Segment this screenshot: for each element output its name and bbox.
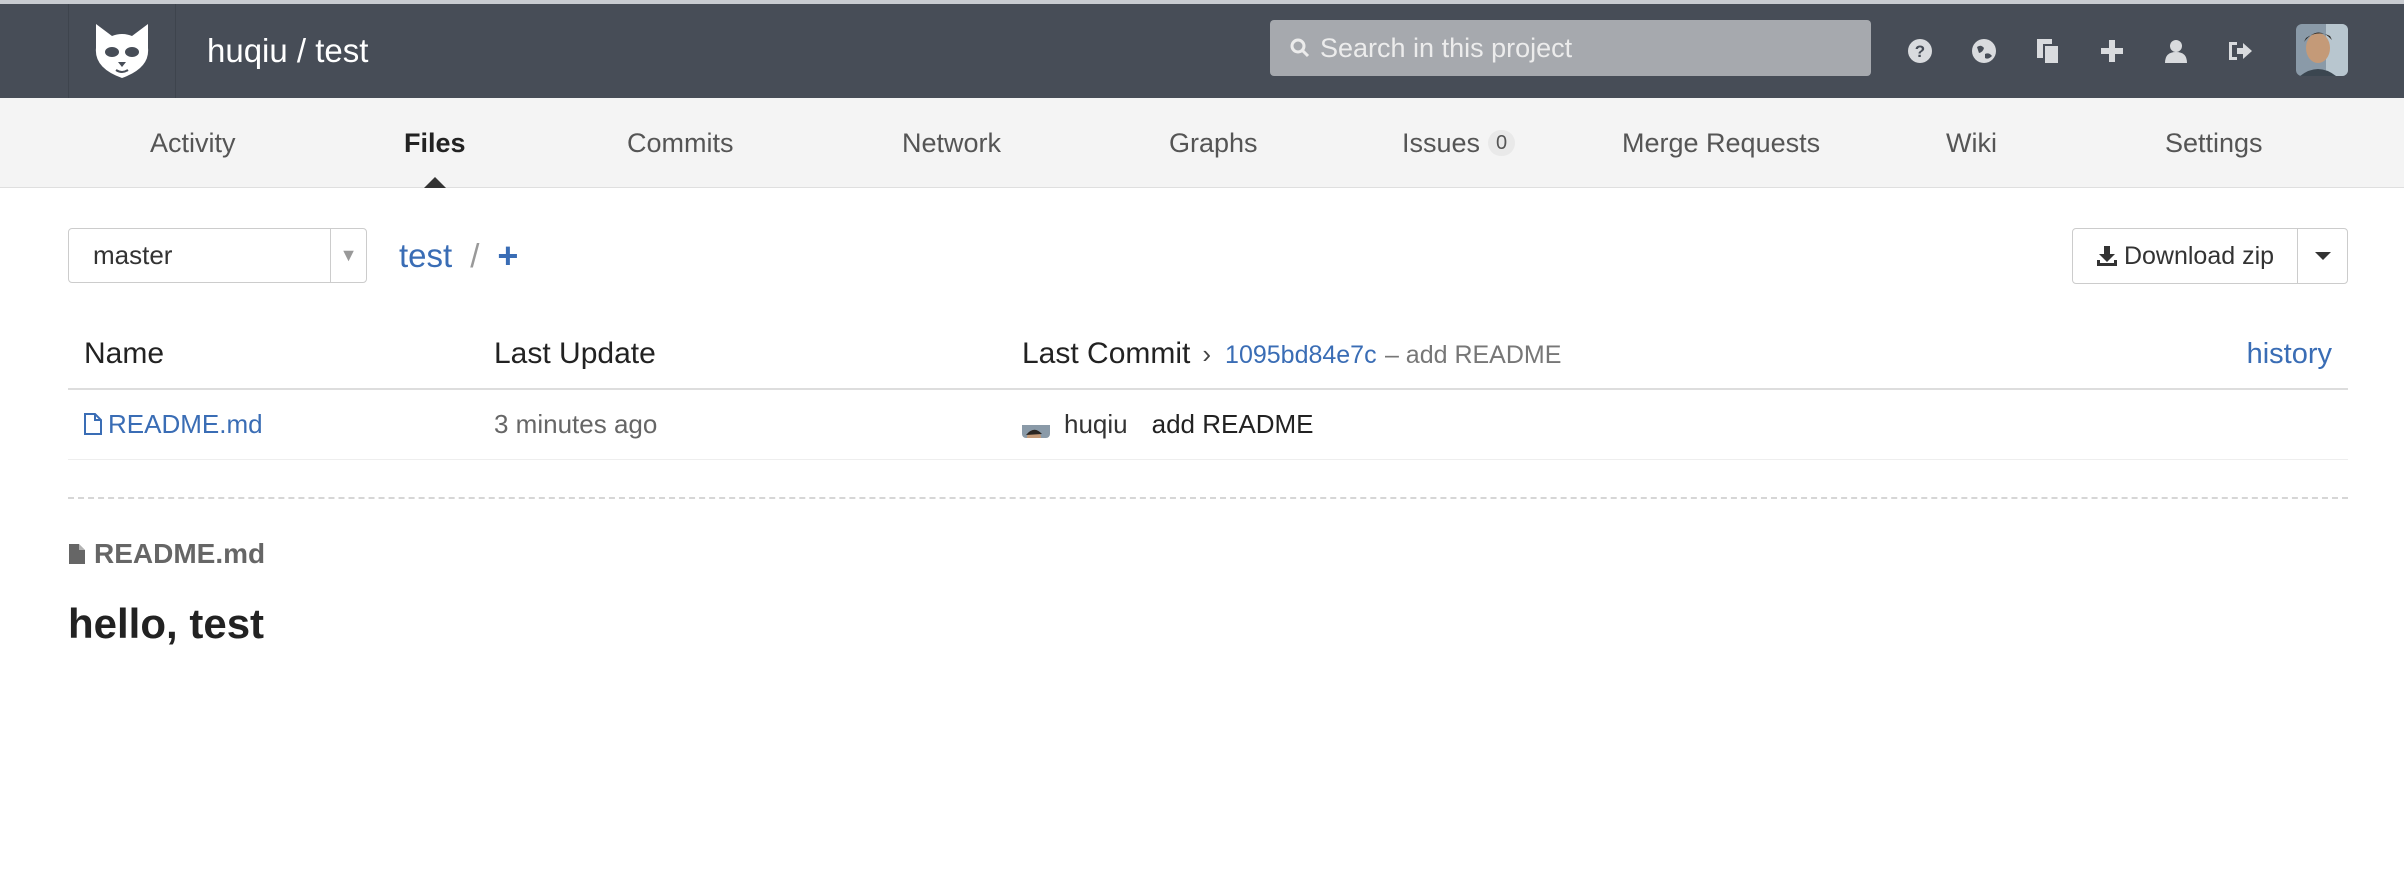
tab-activity[interactable]: Activity xyxy=(150,98,236,188)
issues-count-badge: 0 xyxy=(1488,129,1516,156)
download-zip-button[interactable]: Download zip xyxy=(2073,229,2298,283)
file-name: README.md xyxy=(108,409,263,439)
history-link[interactable]: history xyxy=(2247,324,2332,388)
table-row: README.md 3 minutes ago huqiu add README xyxy=(68,390,2348,460)
new-project-icon[interactable] xyxy=(2080,4,2144,98)
commit-sha-link[interactable]: 1095bd84e7c xyxy=(1225,341,1377,369)
readme-filename: README.md xyxy=(94,538,266,569)
tab-files-label: Files xyxy=(404,128,466,158)
file-text-icon xyxy=(68,543,86,565)
breadcrumb: test / + xyxy=(399,228,518,283)
sign-out-icon[interactable] xyxy=(2208,4,2272,98)
explore-icon[interactable] xyxy=(1952,4,2016,98)
download-icon xyxy=(2096,245,2118,267)
download-zip-label: Download zip xyxy=(2123,241,2275,270)
tree-table-header: Name Last Update Last Commit › 1095bd84e7c… xyxy=(68,324,2348,390)
file-last-commit: huqiu add README xyxy=(1022,390,1313,458)
help-icon[interactable]: ? xyxy=(1888,4,1952,98)
file-icon xyxy=(84,413,102,435)
branch-value: master xyxy=(93,240,173,270)
project-title[interactable]: huqiu / test xyxy=(207,4,368,98)
snippets-icon[interactable] xyxy=(2016,4,2080,98)
search-icon xyxy=(1290,38,1310,58)
tab-network[interactable]: Network xyxy=(902,98,1001,188)
breadcrumb-root-link[interactable]: test xyxy=(399,237,452,275)
last-commit-label: Last Commit xyxy=(1022,337,1191,370)
author-avatar[interactable] xyxy=(1022,410,1050,438)
readme-heading: hello, test xyxy=(68,600,265,647)
top-header: huqiu / test Search in this project ? xyxy=(0,0,2404,98)
branch-dropdown-arrow-icon[interactable]: ▼ xyxy=(330,229,366,282)
tab-files[interactable]: Files xyxy=(404,98,466,188)
commit-author[interactable]: huqiu xyxy=(1064,390,1128,458)
last-commit-message: – add README xyxy=(1384,341,1562,369)
download-button-group: Download zip xyxy=(2072,228,2348,284)
header-icons: ? xyxy=(1888,4,2272,98)
chevron-right-icon: › xyxy=(1202,339,1212,369)
tab-graphs[interactable]: Graphs xyxy=(1169,98,1258,188)
active-tab-caret xyxy=(423,177,446,188)
chevron-down-icon xyxy=(2314,252,2331,260)
project-nav: Activity Files Commits Network Graphs Is… xyxy=(0,98,2404,188)
commit-message-link[interactable]: add README xyxy=(1152,390,1314,458)
user-avatar[interactable] xyxy=(2296,24,2348,76)
profile-icon[interactable] xyxy=(2144,4,2208,98)
tab-issues-label: Issues xyxy=(1402,128,1481,158)
search-placeholder: Search in this project xyxy=(1320,32,1573,63)
gitlab-cat-icon xyxy=(95,24,149,78)
breadcrumb-separator: / xyxy=(470,236,480,274)
tab-commits[interactable]: Commits xyxy=(627,98,734,188)
tab-settings[interactable]: Settings xyxy=(2165,98,2263,188)
file-last-update: 3 minutes ago xyxy=(494,409,658,439)
tab-wiki[interactable]: Wiki xyxy=(1946,98,1997,188)
readme-header: README.md xyxy=(68,536,265,572)
readme-divider xyxy=(68,497,2348,499)
tab-merge-requests[interactable]: Merge Requests xyxy=(1622,98,1820,188)
add-file-button[interactable]: + xyxy=(497,235,518,277)
column-header-name: Name xyxy=(84,337,165,370)
column-header-last-commit: Last Commit › 1095bd84e7c – add README xyxy=(1022,324,1561,388)
search-input[interactable]: Search in this project xyxy=(1270,20,1871,76)
column-header-last-update: Last Update xyxy=(494,337,656,370)
gitlab-logo[interactable] xyxy=(68,4,176,98)
branch-select[interactable]: master ▼ xyxy=(68,228,367,283)
svg-text:?: ? xyxy=(1915,42,1925,61)
download-options-toggle[interactable] xyxy=(2298,229,2347,283)
file-name-link[interactable]: README.md xyxy=(84,390,263,458)
tab-issues[interactable]: Issues 0 xyxy=(1402,98,1516,188)
